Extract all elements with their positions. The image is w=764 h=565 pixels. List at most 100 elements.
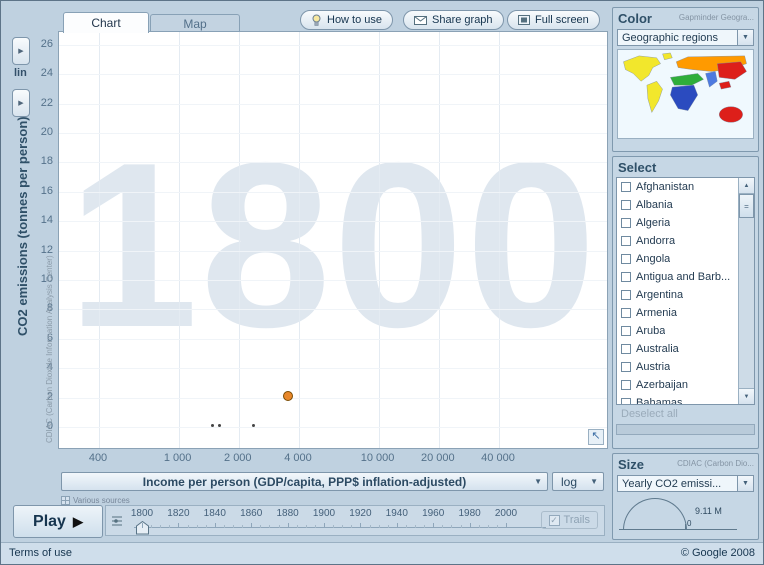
data-point[interactable] (210, 424, 214, 428)
deselect-all-button[interactable]: Deselect all (621, 408, 752, 420)
color-panel: Color Gapminder Geogra... Geographic reg… (612, 7, 759, 152)
size-indicator-label: Yearly CO2 emissi... (622, 477, 722, 490)
region-se-asia (718, 81, 732, 90)
x-tick-label: 20 000 (420, 452, 455, 464)
scrollbar-thumb[interactable]: = (739, 194, 754, 218)
tab-map[interactable]: Map (150, 14, 240, 32)
country-row[interactable]: Bahamas (617, 394, 754, 404)
x-axis-indicator-dropdown[interactable]: Income per person (GDP/capita, PPP$ infl… (61, 472, 548, 491)
select-panel-resize-bar[interactable] (616, 424, 755, 435)
world-map-legend[interactable] (617, 49, 754, 139)
timeline-minor-tick (233, 525, 234, 528)
country-row[interactable]: Austria (617, 358, 754, 376)
scroll-down-icon[interactable]: ▼ (739, 388, 754, 404)
timeline-minor-tick (314, 525, 316, 528)
gridline-vertical (99, 32, 100, 448)
color-panel-title: Color (618, 11, 652, 26)
country-checkbox[interactable] (621, 200, 631, 210)
country-checkbox[interactable] (621, 272, 631, 282)
timeline-minor-tick (496, 525, 498, 528)
color-indicator-dropdown[interactable]: Geographic regions ▼ (617, 29, 754, 46)
region-mena (670, 73, 704, 86)
tab-chart[interactable]: Chart (63, 12, 149, 33)
country-list[interactable]: Afghanistan Albania Algeria Andorra Angola An… (616, 177, 755, 405)
timeline-tick (469, 523, 471, 528)
y-scale-indicator[interactable]: lin (14, 67, 27, 79)
country-checkbox[interactable] (621, 218, 631, 228)
trails-checkbox[interactable]: ✓ (548, 514, 560, 526)
timeline-tick (178, 523, 180, 528)
year-label: 1880 (276, 508, 299, 519)
timeline-minor-tick (278, 525, 280, 528)
size-indicator-dropdown[interactable]: Yearly CO2 emissi... ▼ (617, 475, 754, 492)
country-checkbox[interactable] (621, 362, 631, 372)
country-row[interactable]: Afghanistan (617, 178, 754, 196)
timeline-minor-tick (405, 525, 407, 528)
sources-note-label: Various sources (73, 496, 130, 505)
timeline-minor-tick (451, 525, 453, 528)
y-axis-upper-button[interactable]: ▶ (12, 37, 30, 65)
trails-label: Trails (563, 514, 590, 526)
gridline-vertical (438, 32, 440, 448)
year-label: 1860 (240, 508, 263, 519)
data-point[interactable] (283, 390, 294, 401)
plot-area[interactable]: 1800 ↖ (58, 31, 608, 449)
terms-of-use-link[interactable]: Terms of use (9, 547, 72, 559)
gridline-horizontal (59, 280, 607, 281)
scroll-up-icon[interactable]: ▲ (739, 178, 754, 194)
country-row[interactable]: Albania (617, 196, 754, 214)
country-row[interactable]: Angola (617, 250, 754, 268)
play-button[interactable]: Play ▶ (13, 505, 103, 538)
country-row[interactable]: Azerbaijan (617, 376, 754, 394)
country-checkbox[interactable] (621, 380, 631, 390)
timeline-track[interactable]: ✓ Trails 1800 1820 1840 1860 1880 1900 1920 194… (105, 505, 605, 536)
country-checkbox[interactable] (621, 236, 631, 246)
trails-toggle[interactable]: ✓ Trails (540, 511, 598, 529)
resize-arrow-icon[interactable]: ↖ (588, 429, 604, 445)
country-row[interactable]: Aruba (617, 322, 754, 340)
gridline-horizontal (59, 191, 607, 193)
color-source-note: Gapminder Geogra... (678, 13, 754, 22)
country-row[interactable]: Antigua and Barb... (617, 268, 754, 286)
country-checkbox[interactable] (621, 308, 631, 318)
country-list-scrollbar[interactable]: ▲ = ▼ (738, 178, 754, 404)
timeline-minor-tick (242, 525, 244, 528)
timeline-minor-tick (387, 525, 389, 528)
play-icon: ▶ (72, 513, 83, 529)
gridline-vertical (238, 32, 240, 448)
country-checkbox[interactable] (621, 254, 631, 264)
country-row[interactable]: Algeria (617, 214, 754, 232)
x-scale-dropdown[interactable]: log ▼ (552, 472, 604, 491)
country-row[interactable]: Armenia (617, 304, 754, 322)
select-panel-title: Select (618, 160, 657, 175)
timeline-minor-tick (160, 525, 162, 528)
share-graph-button[interactable]: Share graph (403, 10, 504, 30)
how-to-use-button[interactable]: How to use (300, 10, 394, 30)
full-screen-button[interactable]: Full screen (507, 10, 600, 30)
timeline-options-icon[interactable] (111, 514, 123, 528)
gridline-horizontal (59, 368, 607, 370)
country-checkbox[interactable] (621, 398, 631, 404)
x-tick-label: 40 000 (481, 452, 515, 464)
country-label: Algeria (636, 217, 671, 229)
country-row[interactable]: Andorra (617, 232, 754, 250)
timeline-tick (142, 523, 143, 528)
country-row[interactable]: Australia (617, 340, 754, 358)
country-checkbox[interactable] (621, 182, 631, 192)
year-label: 1940 (385, 508, 408, 519)
year-label: 1840 (203, 508, 226, 519)
gridline-horizontal (59, 221, 607, 223)
gridline-horizontal (59, 162, 607, 164)
country-label: Aruba (636, 325, 666, 337)
country-checkbox[interactable] (621, 326, 631, 336)
country-row[interactable]: Argentina (617, 286, 754, 304)
timeline-minor-tick (442, 525, 444, 528)
timeline-tick (324, 523, 325, 528)
country-checkbox[interactable] (621, 344, 631, 354)
country-checkbox[interactable] (621, 290, 631, 300)
y-axis-lower-button[interactable]: ▶ (12, 89, 30, 117)
data-point[interactable] (217, 424, 221, 428)
x-tick-label: 10 000 (360, 452, 395, 464)
timeline-minor-tick (415, 525, 416, 528)
y-tick-label: 22 (40, 96, 53, 109)
